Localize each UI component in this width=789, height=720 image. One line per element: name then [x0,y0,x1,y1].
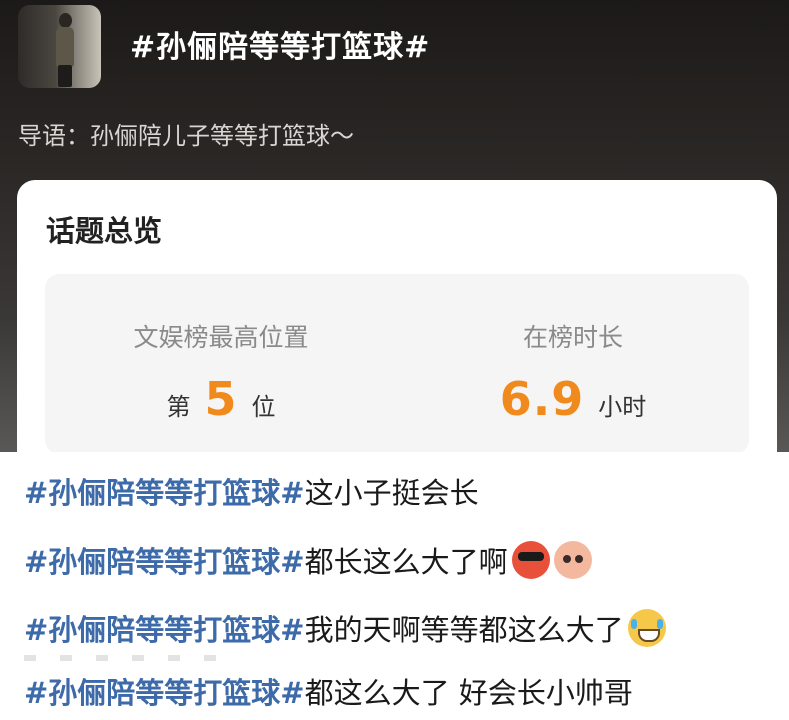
comment-item[interactable]: #孙俪陪等等打篮球# 都长这么大了啊 [24,539,592,581]
shy-emoji [553,541,592,579]
sunglasses-emoji [511,541,550,579]
stat-prefix: 第 [166,393,191,421]
overview-title: 话题总览 [46,214,163,248]
stat-value-row: 6.9 小时 [397,372,749,426]
stat-label: 在榜时长 [522,323,623,352]
stat-value-row: 第 5 位 [45,372,397,426]
hashtag-link[interactable]: #孙俪陪等等打篮球# [24,607,305,649]
topic-cover-image[interactable] [18,5,101,88]
stat-highest-rank: 文娱榜最高位置 第 5 位 [45,274,397,454]
comment-text: 这小子挺会长 [304,476,479,510]
comment-item[interactable]: #孙俪陪等等打篮球# 这小子挺会长 [24,470,479,512]
cover-figure-legs [58,65,72,87]
topic-lead: 导语：孙俪陪儿子等等打篮球～ [18,122,354,150]
hashtag-link[interactable]: #孙俪陪等等打篮球# [24,470,305,512]
laugh-cry-emoji [627,609,666,647]
stat-time-on-list: 在榜时长 6.9 小时 [397,274,749,454]
stat-value: 5 [204,372,238,426]
cropped-text-remnant [24,655,224,661]
comment-text: 都长这么大了啊 [304,545,508,579]
stat-value: 6.9 [499,372,585,426]
comment-text: 都这么大了 好会长小帅哥 [304,676,633,710]
stats-panel: 文娱榜最高位置 第 5 位 在榜时长 6.9 小时 [45,274,749,454]
topic-title: #孙俪陪等等打篮球# [130,30,431,65]
stat-label: 文娱榜最高位置 [133,323,309,352]
stat-suffix: 小时 [598,393,647,421]
cover-figure-body [56,27,74,67]
comment-item[interactable]: #孙俪陪等等打篮球# 我的天啊等等都这么大了 [24,607,666,649]
topic-overview-card: 话题总览 文娱榜最高位置 第 5 位 在榜时长 6.9 小时 [17,180,777,480]
hashtag-link[interactable]: #孙俪陪等等打篮球# [24,670,305,712]
comment-item[interactable]: #孙俪陪等等打篮球# 都这么大了 好会长小帅哥 [24,670,633,712]
cover-figure-head [59,13,72,28]
hashtag-link[interactable]: #孙俪陪等等打篮球# [24,539,305,581]
comment-text: 我的天啊等等都这么大了 [304,613,624,647]
stat-suffix: 位 [251,393,276,421]
